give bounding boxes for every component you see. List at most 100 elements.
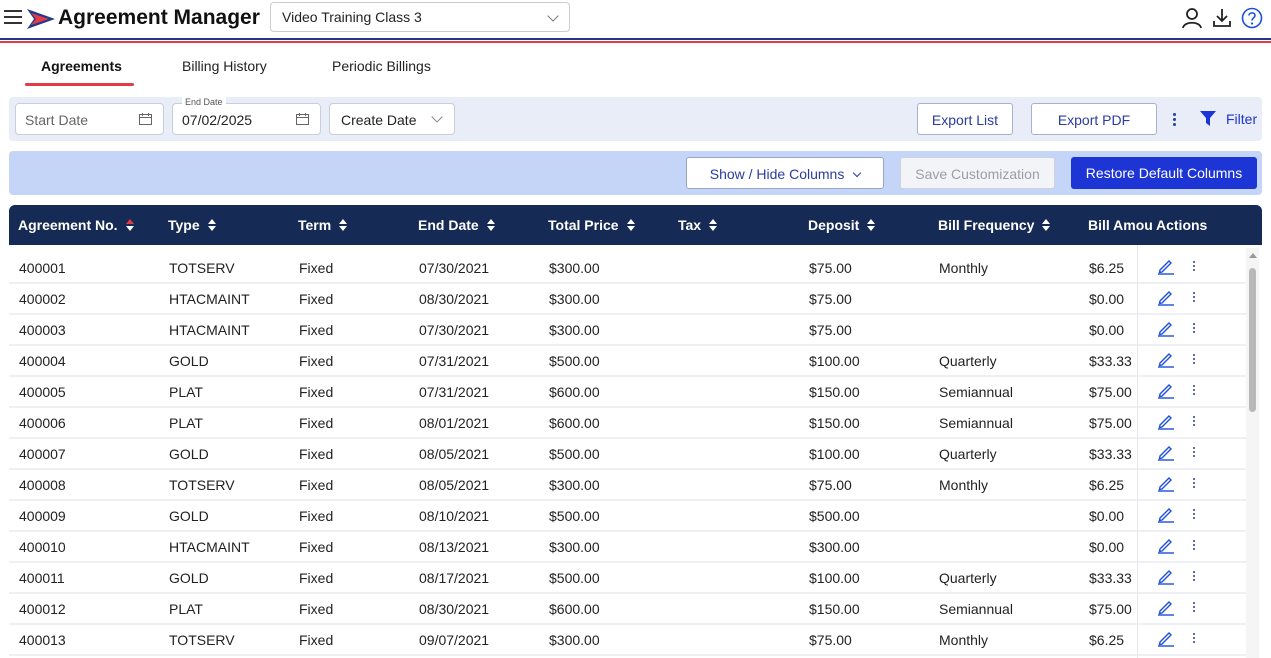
tab-periodic-billings[interactable]: Periodic Billings	[332, 58, 431, 74]
save-customization-button[interactable]: Save Customization	[900, 157, 1055, 189]
more-options-icon[interactable]	[1173, 113, 1177, 128]
row-more-icon[interactable]	[1193, 478, 1196, 490]
cell-bill-amount: $6.25	[1089, 477, 1125, 493]
cell-agreement-no: 400010	[19, 539, 66, 555]
table-row[interactable]: 400001 TOTSERV Fixed 07/30/2021 $300.00 $75.0…	[9, 253, 1246, 284]
scroll-up-icon[interactable]	[1249, 253, 1257, 258]
cell-bill-amount: $6.25	[1089, 260, 1125, 276]
cell-bill-amount: $0.00	[1089, 508, 1125, 524]
cell-deposit: $75.00	[809, 477, 852, 493]
help-icon[interactable]	[1241, 7, 1263, 29]
filter-button[interactable]: Filter	[1226, 111, 1257, 127]
cell-total-price: $500.00	[549, 508, 600, 524]
col-total-price[interactable]: Total Price	[548, 217, 635, 233]
row-more-icon[interactable]	[1193, 354, 1196, 366]
col-deposit-label: Deposit	[808, 217, 860, 233]
table-row[interactable]: 400005 PLAT Fixed 07/31/2021 $600.00 $150.00 S…	[9, 377, 1246, 408]
row-more-icon[interactable]	[1193, 416, 1196, 428]
sort-icon[interactable]	[1042, 218, 1051, 232]
row-more-icon[interactable]	[1193, 323, 1196, 335]
cell-type: TOTSERV	[169, 477, 235, 493]
sort-icon[interactable]	[867, 218, 876, 232]
sort-icon[interactable]	[125, 218, 134, 232]
edit-icon[interactable]	[1157, 350, 1175, 368]
table-row[interactable]: 400010 HTACMAINT Fixed 08/13/2021 $300.00 $30…	[9, 532, 1246, 563]
cell-term: Fixed	[299, 384, 334, 400]
sort-icon[interactable]	[207, 218, 216, 232]
table-row[interactable]: 400002 HTACMAINT Fixed 08/30/2021 $300.00 $75…	[9, 284, 1246, 315]
edit-icon[interactable]	[1157, 288, 1175, 306]
row-more-icon[interactable]	[1193, 447, 1196, 459]
col-tax-label: Tax	[678, 217, 702, 233]
edit-icon[interactable]	[1157, 505, 1175, 523]
download-icon[interactable]	[1211, 7, 1233, 29]
date-type-select[interactable]: Create Date	[329, 103, 455, 135]
user-icon[interactable]	[1181, 7, 1203, 29]
cell-bill-amount: $0.00	[1089, 291, 1125, 307]
edit-icon[interactable]	[1157, 629, 1175, 647]
row-more-icon[interactable]	[1193, 261, 1196, 273]
show-hide-columns-button[interactable]: Show / Hide Columns	[686, 157, 884, 189]
edit-icon[interactable]	[1157, 412, 1175, 430]
sort-icon[interactable]	[626, 218, 635, 232]
start-date-field[interactable]: Start Date	[15, 103, 164, 135]
table-row[interactable]: 400008 TOTSERV Fixed 08/05/2021 $300.00 $75.0…	[9, 470, 1246, 501]
cell-type: TOTSERV	[169, 632, 235, 648]
cell-total-price: $300.00	[549, 322, 600, 338]
filter-icon[interactable]	[1200, 111, 1216, 127]
tab-agreements[interactable]: Agreements	[41, 58, 122, 74]
col-end-date[interactable]: End Date	[418, 217, 495, 233]
edit-icon[interactable]	[1157, 598, 1175, 616]
table-scrollbar[interactable]	[1246, 248, 1259, 658]
row-more-icon[interactable]	[1193, 571, 1196, 583]
edit-icon[interactable]	[1157, 381, 1175, 399]
edit-icon[interactable]	[1157, 319, 1175, 337]
table-row[interactable]: 400011 GOLD Fixed 08/17/2021 $500.00 $100.00 Q…	[9, 563, 1246, 594]
row-more-icon[interactable]	[1193, 602, 1196, 614]
col-bill-amount[interactable]: Bill Amou	[1088, 217, 1152, 233]
export-list-button[interactable]: Export List	[917, 103, 1013, 135]
edit-icon[interactable]	[1157, 567, 1175, 585]
edit-icon[interactable]	[1157, 443, 1175, 461]
col-bill-frequency[interactable]: Bill Frequency	[938, 217, 1051, 233]
edit-icon[interactable]	[1157, 536, 1175, 554]
export-pdf-button[interactable]: Export PDF	[1031, 103, 1157, 135]
restore-default-columns-button[interactable]: Restore Default Columns	[1071, 157, 1257, 189]
company-select[interactable]: Video Training Class 3	[270, 2, 570, 32]
col-bill-frequency-label: Bill Frequency	[938, 217, 1035, 233]
table-row[interactable]: 400007 GOLD Fixed 08/05/2021 $500.00 $100.00 Q…	[9, 439, 1246, 470]
col-deposit[interactable]: Deposit	[808, 217, 876, 233]
calendar-icon[interactable]	[296, 113, 309, 125]
table-row[interactable]: 400009 GOLD Fixed 08/10/2021 $500.00 $500.00 $…	[9, 501, 1246, 532]
end-date-field[interactable]: End Date 07/02/2025	[172, 97, 321, 135]
edit-icon[interactable]	[1157, 474, 1175, 492]
edit-icon[interactable]	[1157, 257, 1175, 275]
cell-agreement-no: 400005	[19, 384, 66, 400]
col-term[interactable]: Term	[298, 217, 348, 233]
row-more-icon[interactable]	[1193, 385, 1196, 397]
menu-icon[interactable]	[4, 9, 22, 25]
table-row[interactable]: 400003 HTACMAINT Fixed 07/30/2021 $300.00 $75…	[9, 315, 1246, 346]
cell-agreement-no: 400004	[19, 353, 66, 369]
col-tax[interactable]: Tax	[678, 217, 718, 233]
table-row[interactable]: 400012 PLAT Fixed 08/30/2021 $600.00 $150.00 S…	[9, 594, 1246, 625]
sort-icon[interactable]	[486, 218, 495, 232]
calendar-icon[interactable]	[139, 113, 152, 125]
cell-type: GOLD	[169, 508, 209, 524]
table-row[interactable]: 400013 TOTSERV Fixed 09/07/2021 $300.00 $75.0…	[9, 625, 1246, 656]
sort-icon[interactable]	[709, 218, 718, 232]
row-more-icon[interactable]	[1193, 540, 1196, 552]
tab-billing-history[interactable]: Billing History	[182, 58, 267, 74]
scroll-thumb[interactable]	[1249, 268, 1256, 412]
col-type[interactable]: Type	[168, 217, 216, 233]
sort-icon[interactable]	[339, 218, 348, 232]
cell-bill-frequency: Quarterly	[939, 446, 997, 462]
table-row[interactable]: 400006 PLAT Fixed 08/01/2021 $600.00 $150.00 S…	[9, 408, 1246, 439]
cell-type: GOLD	[169, 353, 209, 369]
cell-end-date: 08/13/2021	[419, 539, 490, 555]
row-more-icon[interactable]	[1193, 509, 1196, 521]
row-more-icon[interactable]	[1193, 633, 1196, 645]
table-row[interactable]: 400004 GOLD Fixed 07/31/2021 $500.00 $100.00 Q…	[9, 346, 1246, 377]
col-agreement-no[interactable]: Agreement No.	[18, 217, 134, 233]
row-more-icon[interactable]	[1193, 292, 1196, 304]
